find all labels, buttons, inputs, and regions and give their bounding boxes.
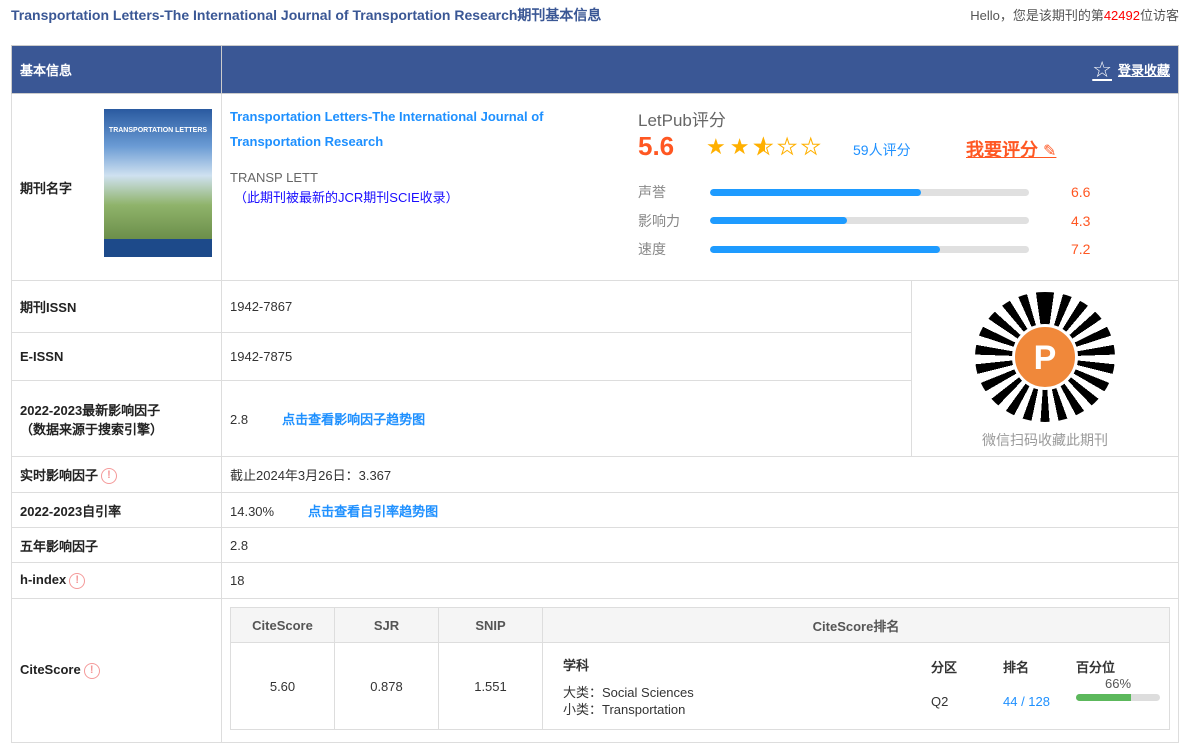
col-header: SNIP	[438, 607, 543, 643]
self-cite-value: 14.30%	[230, 503, 275, 519]
rating-count[interactable]: 59人评分	[853, 140, 911, 160]
rating-bar-2: 速度 7.2	[638, 235, 1108, 264]
favorite-label: 登录收藏	[1117, 63, 1170, 78]
if-cell: 2.8 点击查看影响因子趋势图	[221, 380, 912, 457]
rating-panel: LetPub评分 5.6 ★★★★★ 59人评分 我要评分 ✎ 声誉 6.6 影响力…	[638, 106, 1168, 257]
hello-suffix: 位访客	[1139, 8, 1179, 23]
rating-bar-track	[710, 217, 1029, 225]
journal-cover: TRANSPORTATION LETTERS	[104, 109, 212, 257]
major-category: 大类：Social Sciences	[563, 685, 694, 700]
star-rating-icon: ★★★★★	[706, 134, 825, 160]
info-icon[interactable]: !	[83, 662, 100, 679]
percentile-bar	[1076, 694, 1160, 701]
rating-bar-track	[710, 188, 1029, 196]
rating-bar-value: 7.2	[1071, 241, 1091, 258]
five-year-if-value: 2.8	[221, 527, 1179, 563]
realtime-if-value: 截止2024年3月26日：3.367	[221, 456, 1179, 493]
sjr-value: 0.878	[334, 642, 439, 730]
rating-bar-value: 6.6	[1071, 184, 1091, 201]
rate-button[interactable]: 我要评分 ✎	[966, 136, 1056, 162]
rating-bar-label: 影响力	[638, 212, 680, 229]
qr-code: P	[975, 291, 1115, 422]
rating-bar-1: 影响力 4.3	[638, 207, 1108, 236]
minor-category: 小类：Transportation	[563, 702, 686, 717]
citescore-label: CiteScore!	[11, 598, 222, 743]
star-outline-icon: ☆	[1092, 56, 1112, 82]
rating-title: LetPub评分	[638, 111, 726, 130]
col-header: SJR	[334, 607, 439, 643]
rating-bar-track	[710, 245, 1029, 253]
journal-name[interactable]: Transportation Letters-The International…	[230, 104, 570, 154]
if-value: 2.8	[230, 412, 249, 427]
self-cite-trend-link[interactable]: 点击查看自引率趋势图	[308, 504, 438, 519]
citescore-rank: 学科大类：Social Sciences 小类：Transportation 分区…	[551, 643, 1161, 729]
info-icon[interactable]: !	[101, 468, 118, 485]
self-cite-cell: 14.30% 点击查看自引率趋势图	[221, 492, 1179, 528]
percentile-value: 66%	[1104, 676, 1132, 691]
col-header: CiteScore	[230, 607, 335, 643]
section-header: 基本信息	[11, 45, 222, 94]
qr-caption: 微信扫码收藏此期刊	[982, 431, 1108, 448]
if-trend-link[interactable]: 点击查看影响因子趋势图	[282, 412, 425, 427]
hindex-label: h-index!	[11, 562, 222, 599]
pencil-icon: ✎	[1043, 143, 1057, 160]
rating-bar-fill	[710, 217, 848, 225]
issn-value: 1942-7867	[221, 280, 912, 333]
rating-bar-label: 速度	[638, 241, 666, 258]
jcr-note: （此期刊被最新的JCR期刊SCIE收录）	[234, 190, 459, 205]
zone-header: 分区	[931, 660, 958, 675]
visitor-count: 42492	[1103, 8, 1140, 23]
five-year-if-label: 五年影响因子	[11, 527, 222, 563]
if-label: 2022-2023最新影响因子 （数据来源于搜索引擎）	[11, 380, 222, 457]
eissn-value: 1942-7875	[221, 332, 912, 381]
citescore-table: CiteScore SJR SNIP CiteScore排名 5.60 0.878 1.5…	[230, 607, 1170, 730]
rating-bar-value: 4.3	[1071, 212, 1091, 229]
eissn-label: E-ISSN	[11, 332, 222, 381]
rating-bar-0: 声誉 6.6	[638, 178, 1108, 207]
info-table: 基本信息 ☆ 登录收藏 期刊名字 TRANSPORTATION LETTERS T…	[11, 45, 1179, 743]
rating-score: 5.6	[638, 131, 675, 161]
percentile-header: 百分位	[1076, 660, 1116, 675]
realtime-if-label: 实时影响因子!	[11, 456, 222, 493]
letpub-logo: P	[1012, 323, 1078, 390]
issn-label: 期刊ISSN	[11, 280, 222, 333]
rank-header: 排名	[1003, 660, 1030, 675]
page-title: Transportation Letters-The International…	[11, 7, 602, 23]
visitor-counter: Hello，您是该期刊的第42492位访客	[970, 5, 1179, 24]
zone-value: Q2	[931, 694, 949, 709]
journal-abbr: TRANSP LETT	[230, 170, 318, 185]
snip-value: 1.551	[438, 642, 543, 730]
rating-bar-label: 声誉	[638, 184, 666, 201]
rating-bar-fill	[710, 245, 940, 253]
citescore-value: 5.60	[230, 642, 335, 730]
rank-value: 44 / 128	[1003, 694, 1050, 709]
col-header: CiteScore排名	[542, 607, 1170, 643]
subject-header: 学科	[563, 658, 590, 673]
rating-bar-fill	[710, 188, 921, 196]
info-icon[interactable]: !	[69, 572, 86, 589]
self-cite-label: 2022-2023自引率	[11, 492, 222, 528]
hello-prefix: Hello，您是该期刊的第	[970, 8, 1104, 23]
qr-panel: P 微信扫码收藏此期刊	[911, 280, 1179, 457]
favorite-button[interactable]: ☆ 登录收藏	[1092, 57, 1170, 83]
hindex-value: 18	[221, 562, 1179, 599]
